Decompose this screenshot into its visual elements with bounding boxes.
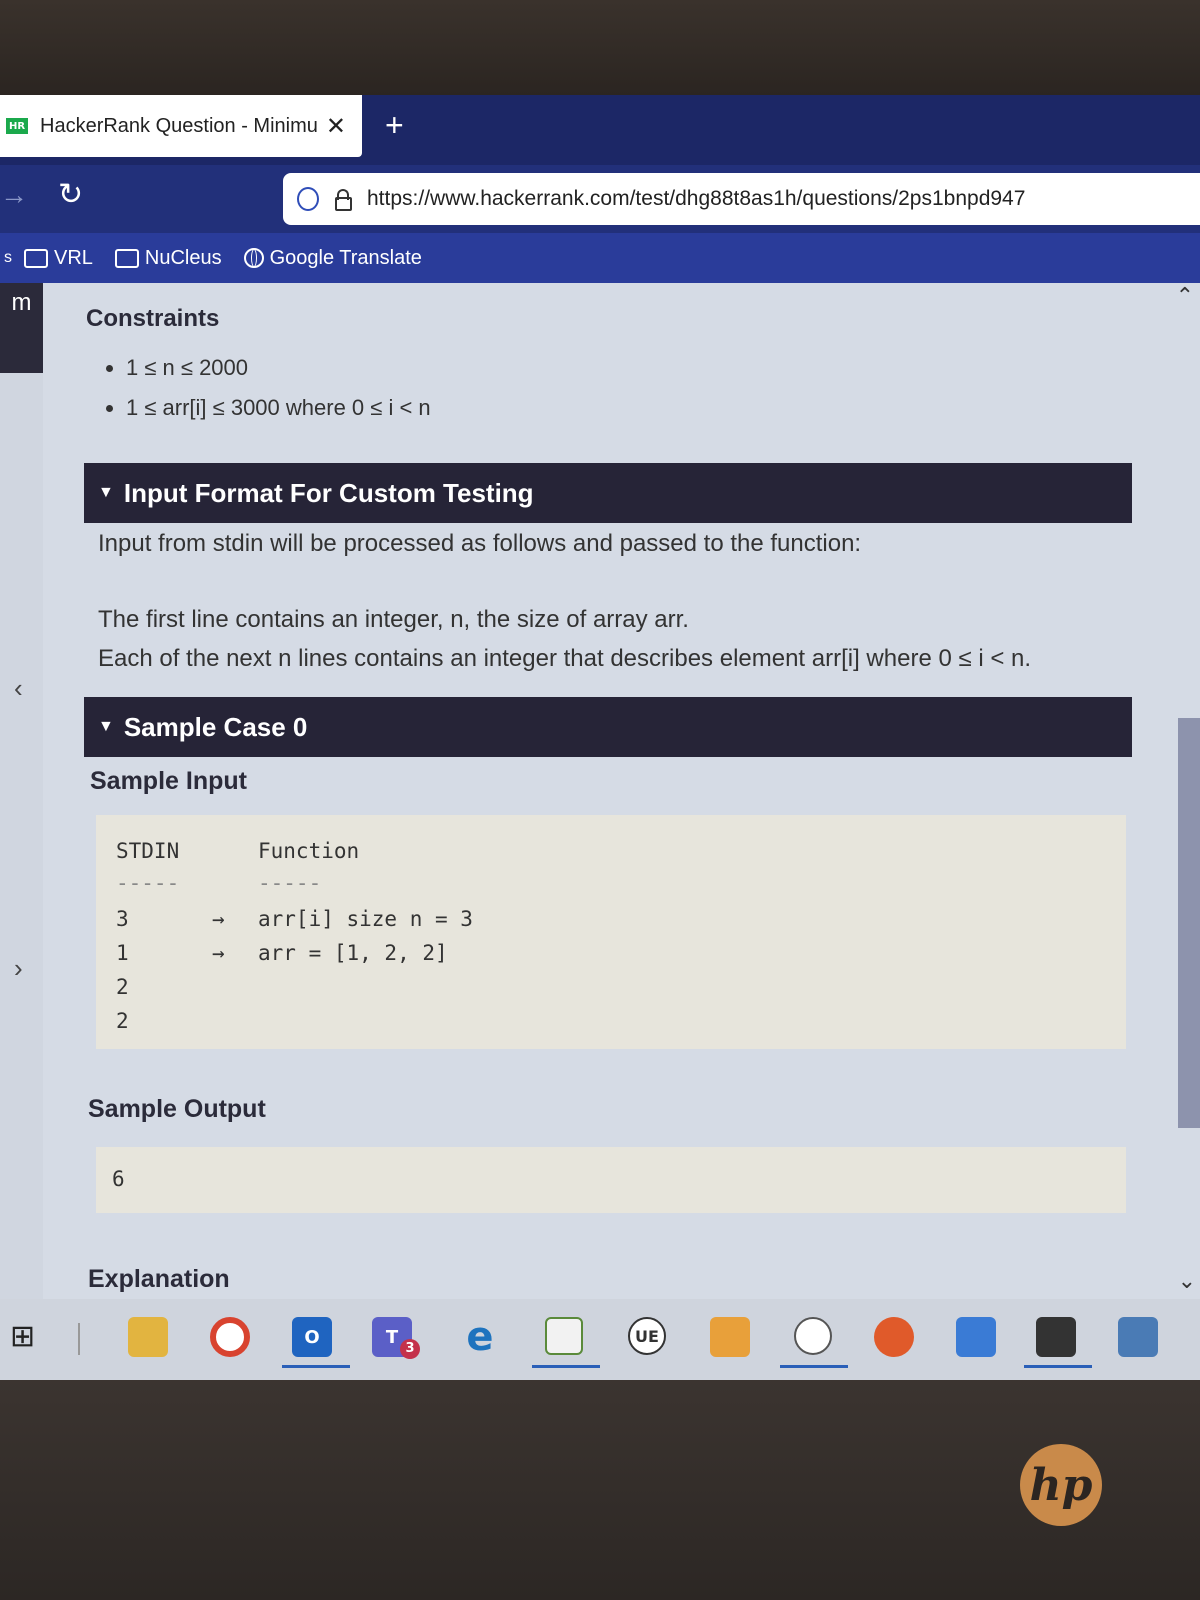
shield-icon[interactable] <box>297 187 319 211</box>
snip-icon[interactable] <box>794 1317 832 1355</box>
reload-icon[interactable]: ↻ <box>58 177 83 212</box>
address-bar[interactable]: https://www.hackerrank.com/test/dhg88t8a… <box>283 173 1200 225</box>
bookmark-label: NuCleus <box>144 246 222 269</box>
monitor-bezel-top <box>0 0 1200 95</box>
outlook-icon[interactable]: O <box>292 1317 332 1357</box>
scroll-up-icon[interactable]: ⌃ <box>1176 283 1194 309</box>
hackerrank-favicon-icon: HR <box>6 118 28 134</box>
windows-taskbar: ⊞ O T 3 e UE <box>0 1299 1200 1380</box>
function-line: arr[i] size n = 3 <box>258 907 473 931</box>
stdin-divider: ----- <box>116 871 180 895</box>
section-title: Input Format For Custom Testing <box>123 477 534 508</box>
globe-icon <box>243 248 264 268</box>
sample-input-heading: Sample Input <box>90 767 247 795</box>
tab-title: HackerRank Question - Minimu <box>40 114 318 137</box>
chevron-down-icon[interactable]: › <box>14 953 23 984</box>
sample-case-section-header[interactable]: ▼ Sample Case 0 <box>84 697 1132 757</box>
teams-label: T <box>385 1326 399 1348</box>
section-title: Sample Case 0 <box>123 711 308 742</box>
arrow-icon: → <box>212 907 225 931</box>
nav-bar: → ↻ https://www.hackerrank.com/test/dhg8… <box>0 165 1200 233</box>
url-text[interactable]: https://www.hackerrank.com/test/dhg88t8a… <box>367 187 1025 211</box>
function-divider: ----- <box>258 871 322 895</box>
tab-close-icon[interactable]: ✕ <box>326 112 346 141</box>
editor-icon[interactable] <box>545 1317 583 1355</box>
taskbar-divider <box>78 1323 80 1355</box>
active-app-indicator <box>532 1365 600 1368</box>
new-tab-button[interactable]: + <box>385 107 404 144</box>
active-app-indicator <box>780 1365 848 1368</box>
function-header: Function <box>258 839 360 863</box>
page-content: m ‹ › ⌃ ⌄ Constraints 1 ≤ n ≤ 2000 1 ≤ a… <box>0 283 1200 1299</box>
collapse-triangle-icon: ▼ <box>98 718 114 735</box>
sample-output-box: 6 <box>96 1147 1126 1213</box>
collapse-triangle-icon: ▼ <box>98 484 114 501</box>
input-format-text: The first line contains an integer, n, t… <box>98 606 689 633</box>
bookmark-label: VRL <box>54 246 93 269</box>
folder-icon <box>114 248 139 268</box>
constraints-list: 1 ≤ n ≤ 2000 1 ≤ arr[i] ≤ 3000 where 0 ≤… <box>106 355 431 435</box>
active-app-indicator <box>282 1365 350 1368</box>
screen: HR HackerRank Question - Minimu ✕ + → ↻ … <box>0 95 1200 1380</box>
bookmarks-overflow-icon[interactable]: s <box>4 249 12 267</box>
side-panel: m ‹ › <box>0 283 43 1299</box>
bookmark-nucleus[interactable]: NuCleus <box>114 246 222 270</box>
folder-icon <box>24 248 48 268</box>
stdin-line: 2 <box>116 975 129 999</box>
mail-icon[interactable] <box>710 1317 750 1357</box>
ue-icon[interactable]: UE <box>628 1317 666 1355</box>
chevron-up-icon[interactable]: ‹ <box>14 673 23 704</box>
stdin-line: 2 <box>116 1009 129 1033</box>
stdin-header: STDIN <box>116 839 180 863</box>
tab-strip: HR HackerRank Question - Minimu ✕ + <box>0 95 1200 165</box>
function-line: arr = [1, 2, 2] <box>258 941 448 965</box>
sample-input-box: STDIN Function ----- ----- 3 1 2 2 → → a… <box>96 815 1126 1049</box>
task-view-icon[interactable]: ⊞ <box>10 1319 35 1354</box>
sample-output-value: 6 <box>112 1167 125 1191</box>
arrow-icon: → <box>212 941 225 965</box>
side-panel-toggle[interactable]: m <box>0 283 43 373</box>
file-explorer-icon[interactable] <box>128 1317 168 1357</box>
terminal-icon[interactable] <box>1036 1317 1076 1357</box>
stdin-line: 3 <box>116 907 129 931</box>
scrollbar-thumb[interactable] <box>1178 718 1200 1128</box>
constraint-item: 1 ≤ arr[i] ≤ 3000 where 0 ≤ i < n <box>126 395 431 421</box>
active-app-indicator <box>1024 1365 1092 1368</box>
browser-tab-active[interactable]: HR HackerRank Question - Minimu ✕ <box>0 95 362 157</box>
bookmark-label: Google Translate <box>269 246 422 269</box>
network-icon[interactable] <box>956 1317 996 1357</box>
lock-icon[interactable] <box>335 189 352 211</box>
chrome-icon[interactable] <box>210 1317 250 1357</box>
constraints-heading: Constraints <box>86 305 220 332</box>
forward-arrow-icon[interactable]: → <box>0 179 28 211</box>
bookmark-google-translate[interactable]: Google Translate <box>243 246 422 270</box>
bookmarks-bar: s VRL NuCleus Google Translate <box>0 233 1200 283</box>
edge-icon[interactable]: e <box>460 1314 500 1360</box>
explanation-heading: Explanation <box>88 1265 230 1293</box>
sample-output-heading: Sample Output <box>88 1095 266 1123</box>
input-format-text: Each of the next n lines contains an int… <box>98 645 1032 672</box>
input-format-section-header[interactable]: ▼ Input Format For Custom Testing <box>84 463 1132 523</box>
input-format-text: Input from stdin will be processed as fo… <box>98 530 862 557</box>
stdin-line: 1 <box>116 941 129 965</box>
scroll-down-icon[interactable]: ⌄ <box>1178 1268 1196 1294</box>
teams-notification-badge: 3 <box>400 1339 420 1359</box>
office-icon[interactable] <box>874 1317 914 1357</box>
remote-icon[interactable] <box>1118 1317 1158 1357</box>
hp-logo: hp <box>1020 1444 1102 1526</box>
bookmark-vrl[interactable]: VRL <box>24 247 93 270</box>
constraint-item: 1 ≤ n ≤ 2000 <box>126 355 431 381</box>
